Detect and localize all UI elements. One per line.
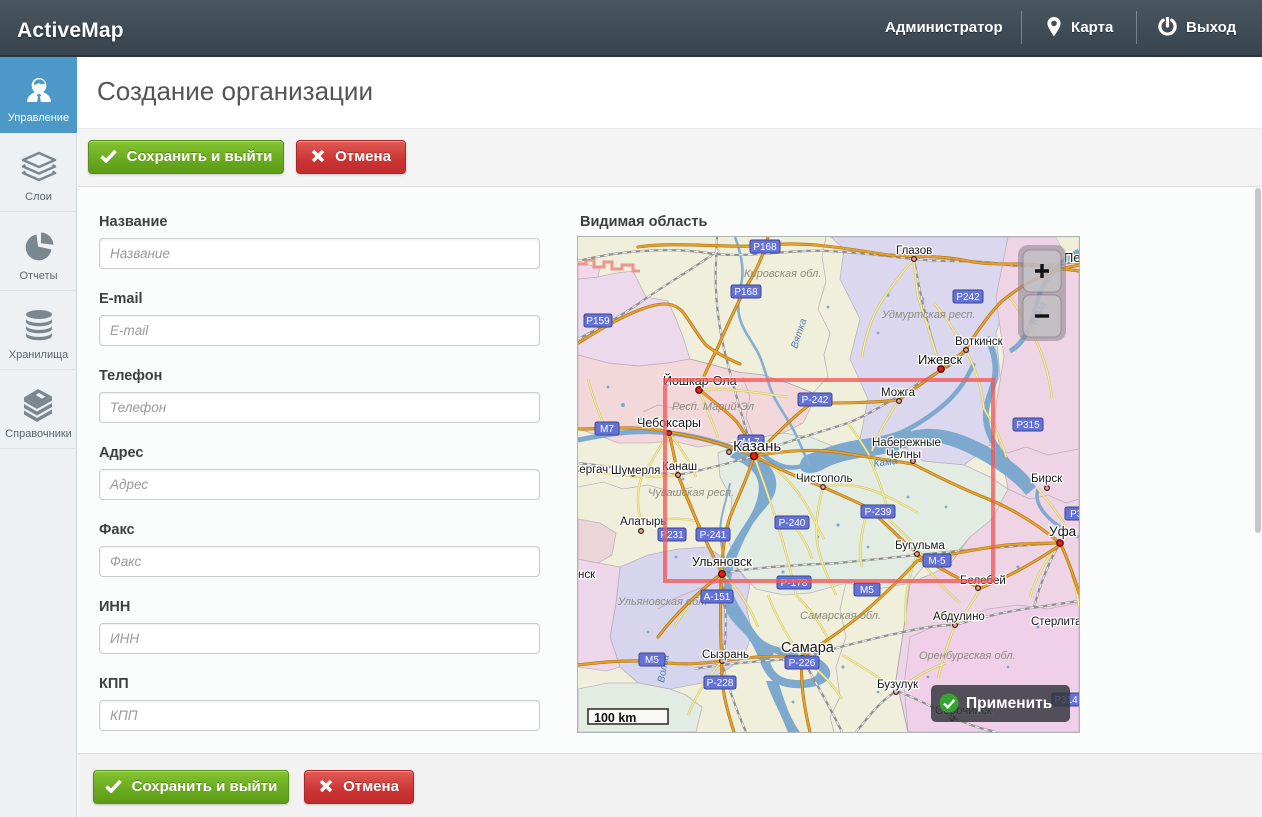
svg-text:Воткинск: Воткинск: [955, 336, 1004, 348]
svg-text:Самара: Самара: [781, 640, 835, 656]
svg-text:Бирск: Бирск: [1031, 473, 1063, 485]
svg-text:Канаш: Канаш: [662, 461, 697, 473]
svg-text:100 km: 100 km: [594, 711, 636, 725]
svg-text:Самарская обл.: Самарская обл.: [800, 610, 881, 622]
svg-text:Можга: Можга: [881, 387, 916, 399]
svg-text:нск: нск: [578, 569, 596, 581]
svg-text:Р242: Р242: [956, 292, 980, 303]
svg-text:Ульяновск: Ульяновск: [692, 555, 752, 569]
svg-text:Р31: Р31: [1070, 509, 1079, 520]
svg-text:Казань: Казань: [733, 438, 781, 455]
svg-text:Челны: Челны: [886, 449, 921, 461]
svg-text:Р-242: Р-242: [802, 395, 829, 406]
svg-text:Уфа: Уфа: [1049, 524, 1077, 539]
svg-text:А-151: А-151: [704, 592, 731, 603]
svg-text:Оренбургская обл.: Оренбургская обл.: [919, 650, 1016, 662]
svg-text:Р159: Р159: [586, 316, 610, 327]
svg-text:Сызрань: Сызрань: [702, 649, 749, 661]
svg-text:Пе: Пе: [1064, 250, 1079, 265]
svg-text:Р168: Р168: [734, 287, 758, 298]
svg-text:Р-240: Р-240: [779, 518, 806, 529]
svg-text:Р-228: Р-228: [707, 678, 734, 689]
svg-text:Р-239: Р-239: [865, 507, 892, 518]
svg-text:Шумерля: Шумерля: [611, 465, 660, 477]
svg-text:Бугульма: Бугульма: [895, 540, 945, 552]
svg-text:Р168: Р168: [753, 242, 777, 253]
svg-text:Р-226: Р-226: [789, 658, 816, 669]
svg-text:Бузулук: Бузулук: [877, 679, 919, 691]
svg-text:Ульяновская обл.: Ульяновская обл.: [617, 596, 707, 608]
svg-text:Стерлита: Стерлита: [1031, 616, 1079, 628]
svg-text:Кировская обл.: Кировская обл.: [744, 268, 821, 280]
svg-text:Абдулино: Абдулино: [933, 611, 985, 623]
svg-text:Р315: Р315: [1016, 420, 1040, 431]
svg-text:М7: М7: [600, 424, 614, 435]
svg-text:Ижевск: Ижевск: [918, 352, 963, 367]
svg-text:Сергач: Сергач: [578, 464, 608, 476]
svg-text:Глазов: Глазов: [896, 245, 932, 257]
svg-text:Чистополь: Чистополь: [796, 473, 852, 485]
svg-text:Применить: Применить: [966, 695, 1052, 712]
svg-text:М5: М5: [860, 585, 874, 596]
svg-text:Чебоксары: Чебоксары: [637, 416, 701, 430]
svg-text:Чувашская респ.: Чувашская респ.: [648, 487, 734, 499]
svg-text:М5: М5: [645, 655, 659, 666]
svg-text:Набережные: Набережные: [872, 437, 941, 449]
svg-text:Респ. Марий-Эл: Респ. Марий-Эл: [672, 401, 754, 413]
svg-text:Удмуртская респ.: Удмуртская респ.: [881, 309, 976, 321]
svg-text:М-5: М-5: [928, 556, 946, 567]
svg-text:Р-241: Р-241: [700, 530, 727, 541]
svg-text:Алатырь: Алатырь: [620, 516, 666, 528]
